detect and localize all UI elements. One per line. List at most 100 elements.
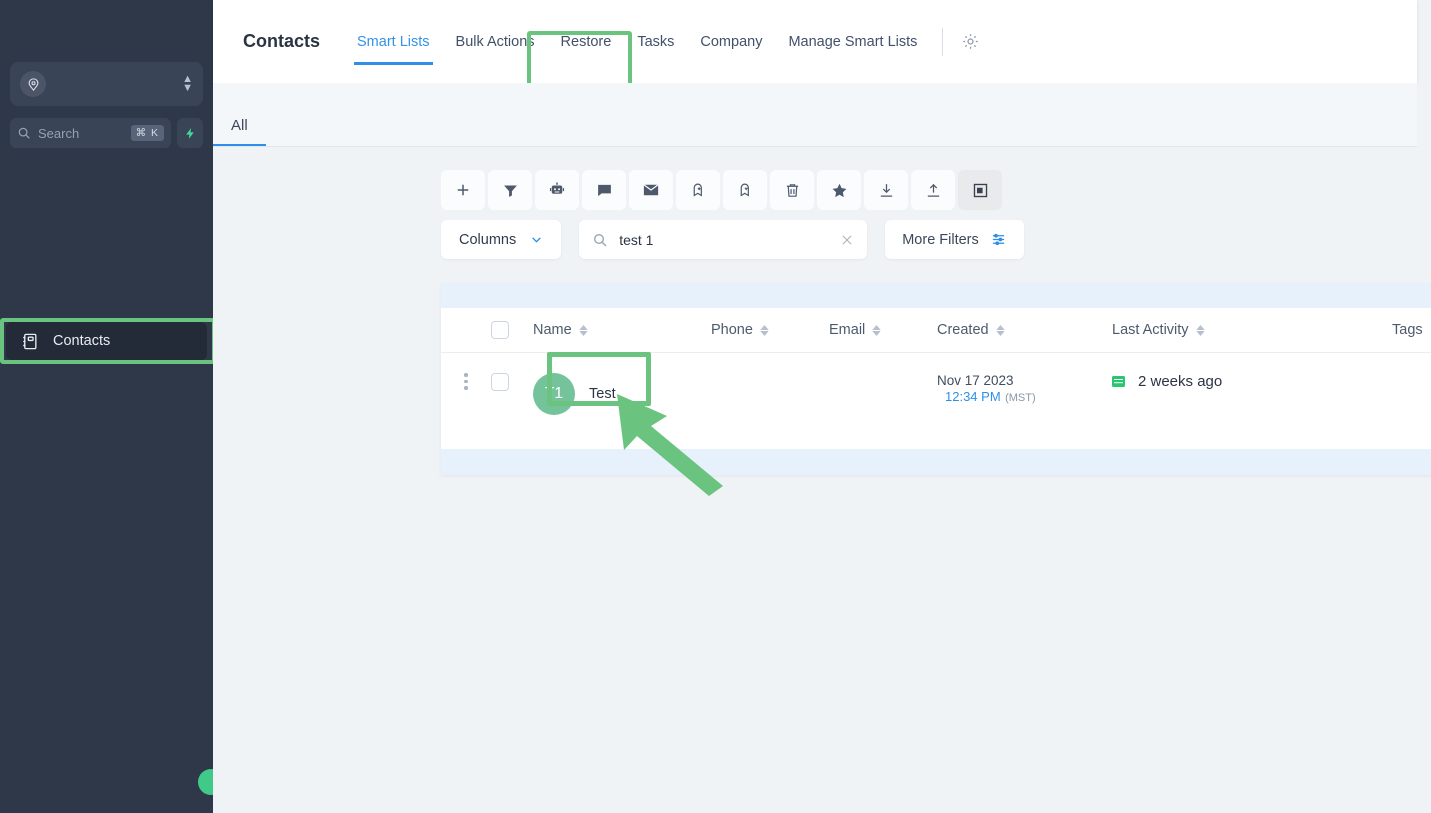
header-created-label: Created [937,322,989,338]
created-time-row: 12:34 PM (MST) [937,388,1112,406]
sidebar: ▲ ▼ Search ⌘ K Contacts [0,0,224,813]
restore-frame-icon [973,183,987,197]
header-tags-label: Tags [1392,322,1423,338]
header-email: Email [829,322,937,338]
sidebar-item-contacts[interactable]: Contacts [6,322,207,360]
sort-phone-button[interactable]: Phone [711,322,829,338]
location-avatar-icon [20,71,46,97]
row-actions-menu-icon[interactable] [441,373,491,390]
contacts-table: Total 1 records | 1 of 1 Pages Name [441,284,1431,475]
tab-company[interactable]: Company [687,26,775,58]
sidebar-item-contacts-label: Contacts [53,333,111,349]
lightning-bolt-icon [185,127,194,139]
sort-arrows-icon [872,324,881,336]
restore-view-button[interactable] [958,170,1002,210]
table-total-bar-bottom: Total 1 records | 1 of 1 Pages [441,449,1431,475]
sort-arrows-icon [995,324,1005,336]
columns-dropdown[interactable]: Columns [441,220,562,259]
contact-name-link[interactable]: T1 Test [533,373,711,415]
ai-spark-button[interactable] [177,118,203,148]
sub-tabs-bar: All [213,83,1417,147]
search-shortcut-badge: ⌘ K [130,125,164,141]
contact-name-text: Test [589,386,616,402]
contacts-search-input[interactable]: test 1 [579,220,868,259]
chevron-down-icon [532,237,541,243]
header-last-activity: Last Activity [1112,322,1392,338]
row-menu-cell [441,373,491,390]
search-icon [18,127,30,139]
more-filters-label: More Filters [902,231,979,248]
export-button[interactable] [911,170,955,210]
page-title: Contacts [243,31,321,51]
action-toolbar [441,170,1002,210]
email-button[interactable] [629,170,673,210]
trash-icon [786,183,798,197]
sub-tab-all[interactable]: All [213,117,266,147]
close-x-icon [842,235,852,244]
sort-arrows-icon [760,324,769,336]
tab-smart-lists[interactable]: Smart Lists [344,26,443,65]
add-contact-button[interactable] [441,170,485,210]
row-checkbox[interactable] [491,373,509,391]
filter-row: Columns test 1 More Filters [441,220,1024,259]
message-bubble-icon [597,184,611,196]
header-name: Name [533,322,711,338]
filter-button[interactable] [488,170,532,210]
tab-bulk-actions[interactable]: Bulk Actions [443,26,548,58]
add-tag-button[interactable] [676,170,720,210]
created-time: 12:34 PM [945,389,1001,404]
more-filters-button[interactable]: More Filters [885,220,1024,259]
search-icon [594,233,607,246]
select-all-cell [491,321,533,339]
row-select-cell [491,373,533,391]
tab-tasks[interactable]: Tasks [624,26,687,58]
import-button[interactable] [864,170,908,210]
top-nav: Smart Lists Bulk Actions Restore Tasks C… [344,26,986,65]
top-header-bar: Contacts Smart Lists Bulk Actions Restor… [213,0,1417,83]
robot-icon [549,182,565,194]
delete-button[interactable] [770,170,814,210]
tab-restore[interactable]: Restore [548,26,625,58]
remove-tag-button[interactable] [723,170,767,210]
table-row[interactable]: T1 Test Nov 17 2023 12:34 PM (MST) 2 wee… [441,353,1431,449]
sidebar-search-input[interactable]: Search ⌘ K [10,118,171,148]
plus-icon [457,184,469,196]
up-down-chevrons-icon: ▲ ▼ [182,73,193,94]
header-tags: Tags [1392,322,1431,338]
avatar: T1 [533,373,575,415]
sort-arrows-icon [579,324,588,336]
app-root: ▲ ▼ Search ⌘ K Contacts Contacts Smart L… [0,0,1431,813]
header-name-label: Name [533,322,572,338]
favorite-button[interactable] [817,170,861,210]
sms-button[interactable] [582,170,626,210]
settings-button[interactable] [955,26,986,57]
columns-label: Columns [459,231,517,248]
sort-created-button[interactable]: Created [937,322,1112,338]
sort-name-button[interactable]: Name [533,322,711,338]
created-timezone: (MST) [1005,392,1036,404]
contacts-search-value: test 1 [619,231,654,248]
contact-created-cell: Nov 17 2023 12:34 PM (MST) [937,373,1112,406]
created-date: Nov 17 2023 [937,373,1014,388]
sidebar-search-row: Search ⌘ K [10,118,203,148]
header-last-activity-label: Last Activity [1112,322,1189,338]
sidebar-nav: Contacts [0,318,216,364]
sort-email-button[interactable]: Email [829,322,937,338]
sub-tabs-divider [213,146,1417,147]
location-switcher[interactable]: ▲ ▼ [10,62,203,106]
nav-divider [942,27,944,56]
contact-name-cell[interactable]: T1 Test [533,373,711,415]
clear-search-button[interactable] [840,233,854,247]
tag-plus-icon [693,183,702,197]
select-all-checkbox[interactable] [491,321,509,339]
tab-manage-smart-lists[interactable]: Manage Smart Lists [775,26,930,58]
header-email-label: Email [829,322,866,338]
header-created: Created [937,322,1112,338]
contact-last-activity-cell: 2 weeks ago [1112,373,1392,390]
upload-icon [927,183,939,197]
automation-button[interactable] [535,170,579,210]
table-header-row: Name Phone Email Created Last Activity T… [441,308,1431,353]
contacts-book-icon [23,333,37,349]
last-activity-wrap: 2 weeks ago [1112,373,1392,390]
sort-last-activity-button[interactable]: Last Activity [1112,322,1392,338]
